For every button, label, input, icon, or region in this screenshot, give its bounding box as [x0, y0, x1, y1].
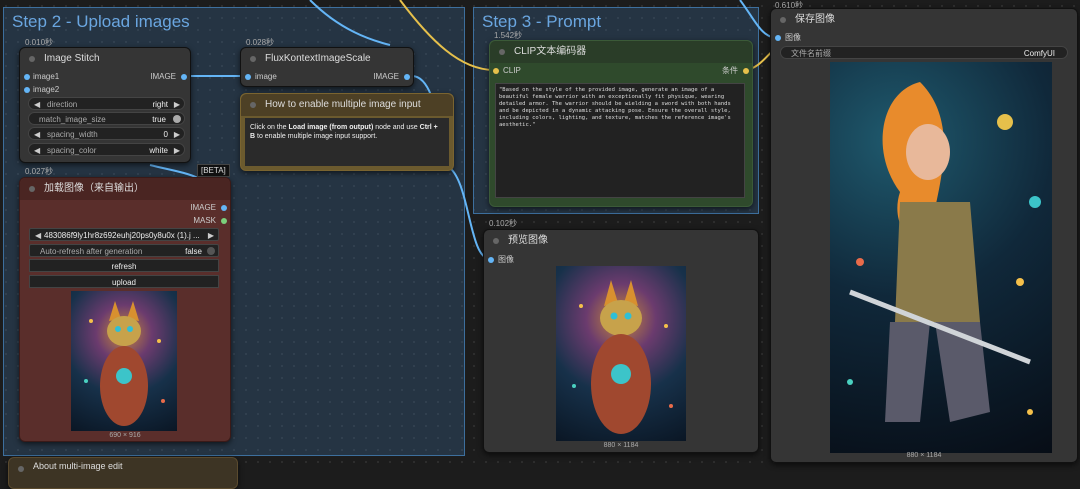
filename-prefix-field[interactable]: 文件名前缀 ComfyUI	[780, 46, 1068, 59]
note-body: Click on the Load image (from output) no…	[245, 118, 449, 166]
left-arrow-icon[interactable]: ◀	[34, 128, 40, 141]
input-slot-dot[interactable]	[245, 74, 251, 80]
right-arrow-icon[interactable]: ▶	[174, 98, 180, 111]
note-node[interactable]: How to enable multiple image input Click…	[240, 93, 454, 171]
refresh-button[interactable]: refresh	[29, 259, 219, 272]
input-label: 图像	[785, 33, 801, 42]
image-dimensions: 880 × 1184	[906, 452, 942, 459]
match-image-size-toggle[interactable]: match_image_size true	[28, 112, 185, 125]
toggle-knob-icon[interactable]	[173, 115, 181, 123]
spacing-width-number[interactable]: ◀ spacing_width 0 ▶	[28, 127, 185, 140]
about-multi-image-node[interactable]: About multi-image edit	[8, 457, 238, 489]
saved-image-warrior	[830, 62, 1052, 453]
upload-button[interactable]: upload	[29, 275, 219, 288]
preview-image-stitched	[556, 266, 686, 441]
cat-illustration-icon	[572, 280, 673, 434]
output-slot-dot[interactable]	[221, 205, 227, 211]
right-arrow-icon[interactable]: ▶	[208, 229, 214, 242]
loaded-image-cat	[71, 291, 177, 431]
output-label: MASK	[193, 216, 216, 225]
preview-image-node[interactable]: 预览图像 图像 880 × 1184	[483, 229, 759, 453]
output-label: IMAGE	[150, 72, 176, 81]
node-title: 预览图像	[484, 230, 758, 252]
save-image-node[interactable]: 保存图像 图像 文件名前缀 ComfyUI 880 × 1184	[770, 8, 1078, 463]
node-title: 加载图像（来自输出）	[20, 178, 230, 200]
output-label: 条件	[722, 66, 738, 75]
input-label: CLIP	[503, 66, 521, 75]
input-slot-dot[interactable]	[488, 257, 494, 263]
clip-text-encode-node[interactable]: CLIP文本编码器 CLIP 条件 "Based on the style of…	[489, 40, 753, 207]
warrior-illustration-icon	[847, 82, 1041, 422]
execution-time: 0.027秒	[25, 167, 54, 176]
right-arrow-icon[interactable]: ▶	[174, 128, 180, 141]
left-arrow-icon[interactable]: ◀	[34, 144, 40, 157]
input-slot-dot[interactable]	[24, 74, 30, 80]
input-label: 图像	[498, 255, 514, 264]
node-title: CLIP文本编码器	[490, 41, 752, 63]
input-slot-dot[interactable]	[493, 68, 499, 74]
input-label: image1	[33, 72, 60, 81]
node-title: FluxKontextImageScale	[241, 48, 413, 70]
input-label: image	[255, 72, 277, 81]
output-label: IMAGE	[190, 203, 216, 212]
flux-kontext-image-scale-node[interactable]: FluxKontextImageScale image IMAGE	[240, 47, 414, 87]
output-slot-dot[interactable]	[181, 74, 187, 80]
output-label: IMAGE	[373, 72, 399, 81]
beta-badge: [BETA]	[197, 164, 230, 177]
prompt-textarea[interactable]: "Based on the style of the provided imag…	[495, 83, 745, 198]
node-title: Image Stitch	[20, 48, 190, 70]
output-slot-dot[interactable]	[221, 218, 227, 224]
spacing-color-combo[interactable]: ◀ spacing_color white ▶	[28, 143, 185, 156]
wire-clip-yellow	[399, 0, 495, 71]
output-slot-dot[interactable]	[743, 68, 749, 74]
image-stitch-node[interactable]: Image Stitch image1 image2 IMAGE ◀ direc…	[19, 47, 191, 163]
auto-refresh-toggle[interactable]: Auto-refresh after generation false	[29, 244, 219, 257]
left-arrow-icon[interactable]: ◀	[34, 98, 40, 111]
output-slot-dot[interactable]	[404, 74, 410, 80]
node-title: About multi-image edit	[9, 458, 237, 474]
input-slot-dot[interactable]	[24, 87, 30, 93]
cat-illustration-icon	[84, 301, 165, 426]
left-arrow-icon[interactable]: ◀	[35, 229, 41, 242]
node-title: How to enable multiple image input	[241, 94, 453, 116]
input-slot-dot[interactable]	[775, 35, 781, 41]
right-arrow-icon[interactable]: ▶	[174, 144, 180, 157]
node-title: 保存图像	[771, 9, 1077, 31]
load-image-from-output-node[interactable]: 加载图像（来自输出） IMAGE MASK ◀ 483086f9ly1hr8z6…	[19, 177, 231, 442]
wire-top-blue	[309, 0, 391, 46]
toggle-knob-icon[interactable]	[207, 247, 215, 255]
input-label: image2	[33, 85, 60, 94]
direction-combo[interactable]: ◀ direction right ▶	[28, 97, 185, 110]
image-dimensions: 880 × 1184	[603, 442, 639, 449]
image-file-combo[interactable]: ◀ 483086f9ly1hr8z692euhj20ps0y8u0x (1).j…	[29, 228, 219, 241]
image-dimensions: 690 × 916	[109, 432, 141, 439]
execution-time: 0.102秒	[489, 219, 518, 228]
